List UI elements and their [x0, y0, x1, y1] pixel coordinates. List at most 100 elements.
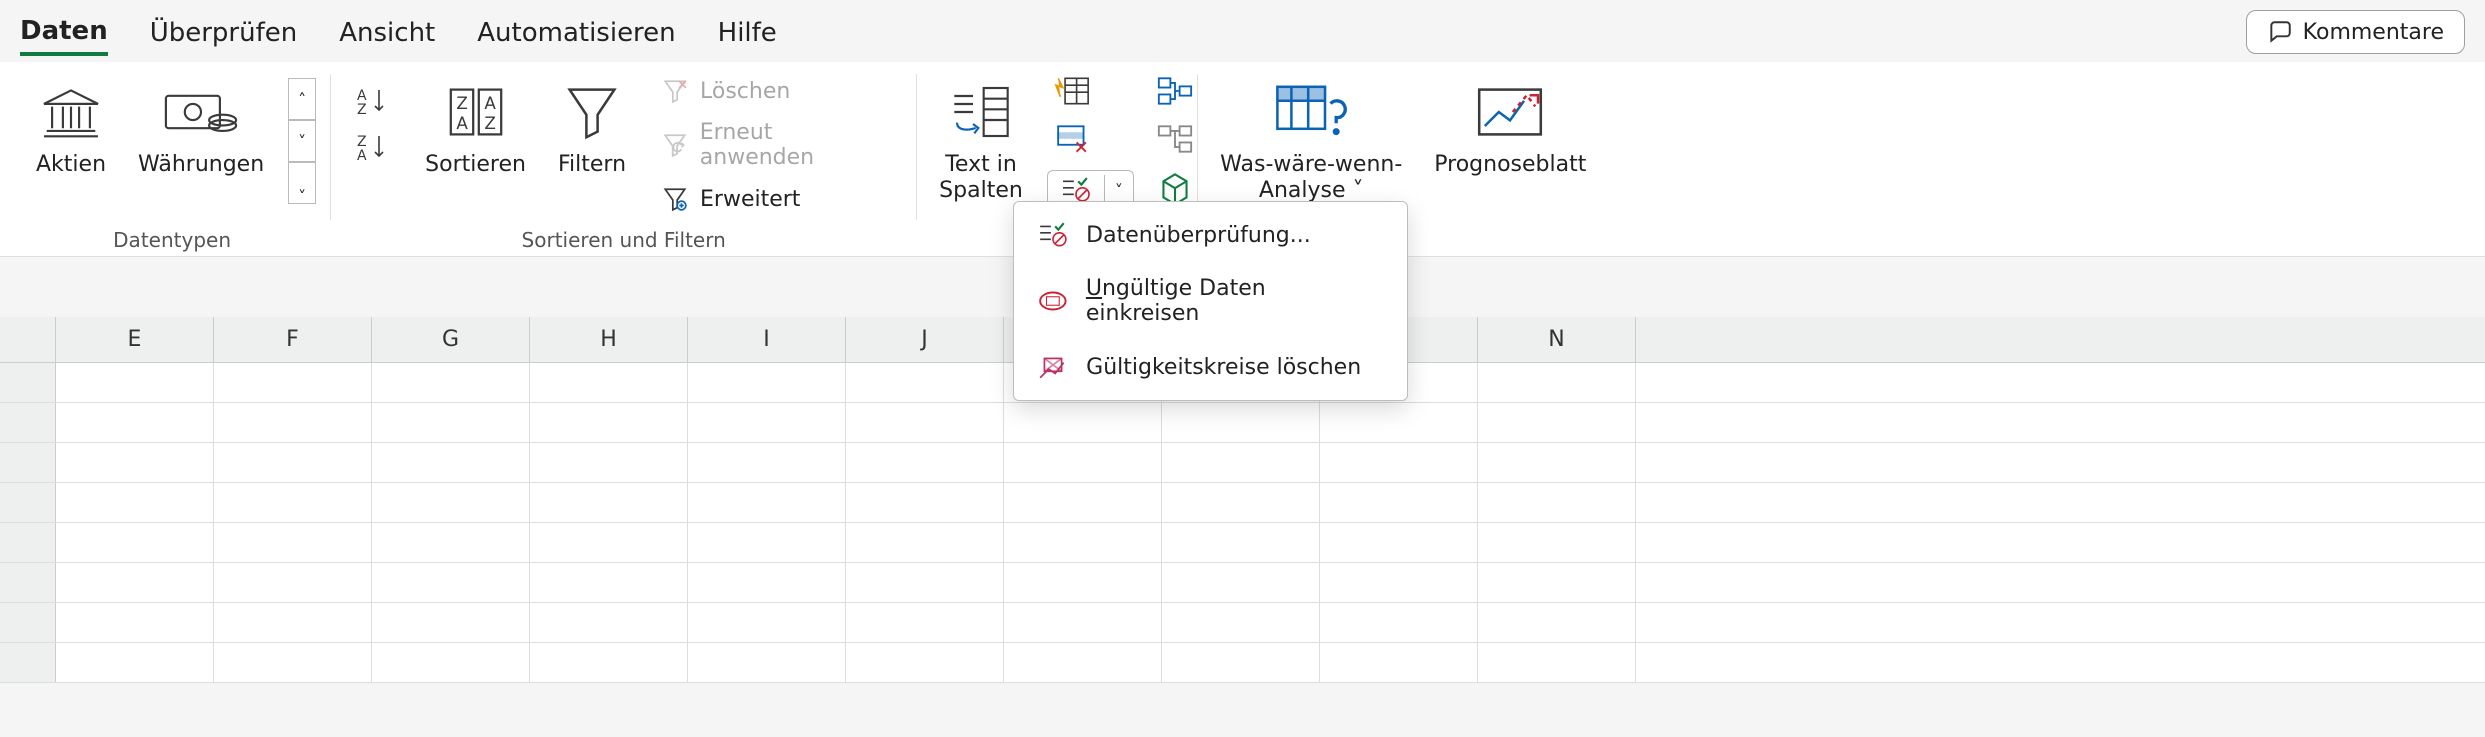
cell[interactable]: [530, 643, 688, 682]
cell[interactable]: [688, 563, 846, 602]
menu-item-clear-circles[interactable]: Gültigkeitskreise löschen: [1020, 340, 1401, 394]
cell[interactable]: [1320, 563, 1478, 602]
cell[interactable]: [1320, 483, 1478, 522]
cell[interactable]: [530, 563, 688, 602]
cell[interactable]: [1320, 443, 1478, 482]
cell[interactable]: [56, 603, 214, 642]
cell[interactable]: [1004, 643, 1162, 682]
cell[interactable]: [372, 483, 530, 522]
cell[interactable]: [214, 403, 372, 442]
cell[interactable]: [56, 563, 214, 602]
cell[interactable]: [56, 363, 214, 402]
cell[interactable]: [372, 523, 530, 562]
cell[interactable]: [1162, 523, 1320, 562]
cell[interactable]: [372, 603, 530, 642]
cell[interactable]: [846, 603, 1004, 642]
cell[interactable]: [1478, 643, 1636, 682]
cell[interactable]: [1004, 443, 1162, 482]
row-header[interactable]: [0, 483, 56, 522]
select-all-corner[interactable]: [0, 317, 56, 362]
cell[interactable]: [1320, 603, 1478, 642]
column-header[interactable]: E: [56, 317, 214, 362]
comments-button[interactable]: Kommentare: [2246, 10, 2465, 54]
cell[interactable]: [846, 403, 1004, 442]
cell[interactable]: [688, 363, 846, 402]
column-header[interactable]: J: [846, 317, 1004, 362]
cell[interactable]: [1162, 403, 1320, 442]
cell[interactable]: [56, 403, 214, 442]
data-model-button[interactable]: [1150, 170, 1200, 204]
cell[interactable]: [846, 563, 1004, 602]
cell[interactable]: [214, 483, 372, 522]
cell[interactable]: [1478, 403, 1636, 442]
row-header[interactable]: [0, 443, 56, 482]
cell[interactable]: [1162, 563, 1320, 602]
stepper-up[interactable]: ˄: [288, 78, 316, 120]
cell[interactable]: [688, 483, 846, 522]
cell[interactable]: [372, 403, 530, 442]
column-header[interactable]: N: [1478, 317, 1636, 362]
cell[interactable]: [56, 483, 214, 522]
cell[interactable]: [1478, 603, 1636, 642]
row-header[interactable]: [0, 403, 56, 442]
cell[interactable]: [688, 403, 846, 442]
cell[interactable]: [846, 363, 1004, 402]
cell[interactable]: [214, 563, 372, 602]
sort-asc-button[interactable]: AZ: [345, 82, 401, 120]
cell[interactable]: [530, 363, 688, 402]
cell[interactable]: [688, 443, 846, 482]
cell[interactable]: [372, 443, 530, 482]
cell[interactable]: [530, 443, 688, 482]
currencies-button[interactable]: Währungen: [130, 72, 272, 182]
cell[interactable]: [1162, 483, 1320, 522]
cell[interactable]: [214, 443, 372, 482]
menu-item-circle-invalid[interactable]: Ungültige Daten einkreisen: [1020, 262, 1401, 340]
flash-fill-button[interactable]: [1047, 74, 1134, 108]
tab-automatisieren[interactable]: Automatisieren: [477, 8, 675, 54]
cell[interactable]: [1478, 523, 1636, 562]
filter-button[interactable]: Filtern: [550, 72, 634, 182]
cell[interactable]: [688, 643, 846, 682]
cell[interactable]: [56, 443, 214, 482]
cell[interactable]: [372, 563, 530, 602]
whatif-button[interactable]: Was-wäre-wenn- Analyse ˅: [1212, 72, 1410, 209]
cell[interactable]: [846, 643, 1004, 682]
cell[interactable]: [56, 523, 214, 562]
cell[interactable]: [688, 523, 846, 562]
cell[interactable]: [1004, 603, 1162, 642]
column-header[interactable]: I: [688, 317, 846, 362]
cell[interactable]: [846, 443, 1004, 482]
text-to-columns-button[interactable]: Text in Spalten: [931, 72, 1031, 209]
advanced-filter-button[interactable]: Erweitert: [650, 182, 902, 216]
tab-hilfe[interactable]: Hilfe: [718, 8, 777, 54]
tab-ueberpruefen[interactable]: Überprüfen: [150, 8, 298, 54]
cell[interactable]: [1004, 523, 1162, 562]
row-header[interactable]: [0, 363, 56, 402]
cell[interactable]: [1162, 643, 1320, 682]
cell[interactable]: [1478, 363, 1636, 402]
cell[interactable]: [214, 643, 372, 682]
cell[interactable]: [214, 363, 372, 402]
cell[interactable]: [530, 403, 688, 442]
cell[interactable]: [1320, 403, 1478, 442]
sort-desc-button[interactable]: ZA: [345, 128, 401, 166]
cell[interactable]: [56, 643, 214, 682]
cell[interactable]: [214, 603, 372, 642]
cell[interactable]: [1478, 443, 1636, 482]
cell[interactable]: [688, 603, 846, 642]
cell[interactable]: [372, 643, 530, 682]
cell[interactable]: [372, 363, 530, 402]
column-header[interactable]: G: [372, 317, 530, 362]
cell[interactable]: [1320, 523, 1478, 562]
stepper-down[interactable]: ˅: [288, 120, 316, 162]
cell[interactable]: [1004, 483, 1162, 522]
consolidate-button[interactable]: [1150, 74, 1200, 108]
sort-button[interactable]: ZAAZ Sortieren: [417, 72, 534, 182]
cell[interactable]: [214, 523, 372, 562]
remove-duplicates-button[interactable]: [1047, 122, 1134, 156]
column-header[interactable]: F: [214, 317, 372, 362]
cell[interactable]: [530, 483, 688, 522]
cell[interactable]: [1004, 403, 1162, 442]
cell[interactable]: [1320, 643, 1478, 682]
tab-daten[interactable]: Daten: [20, 6, 108, 56]
